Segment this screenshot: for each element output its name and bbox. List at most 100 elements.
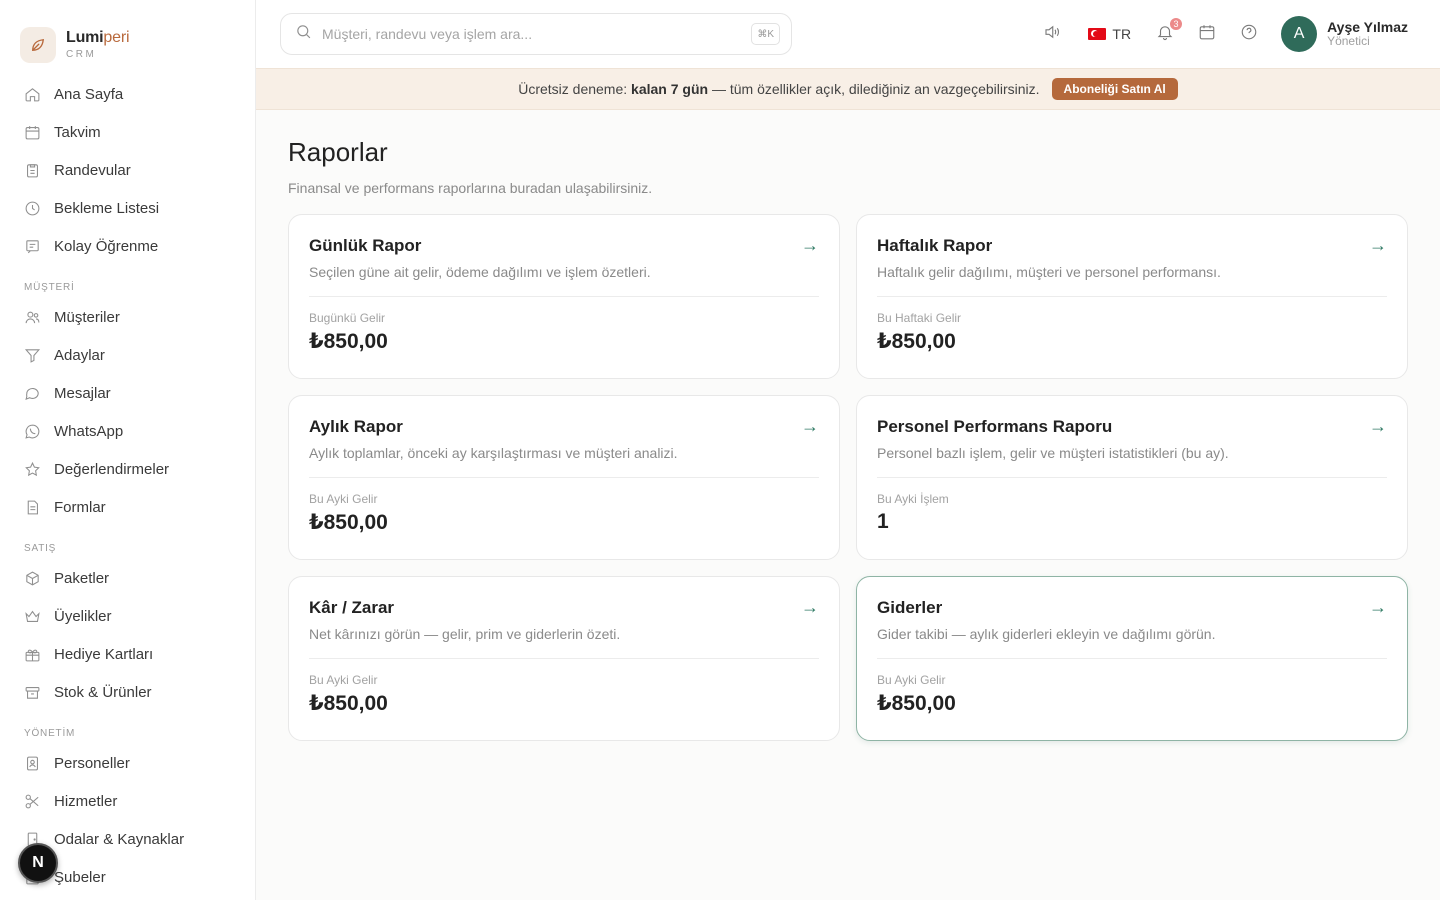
card-description: Personel bazlı işlem, gelir ve müşteri i…: [877, 445, 1229, 461]
sidebar-item-uyelikler[interactable]: Üyelikler: [0, 597, 255, 635]
card-title: Giderler: [877, 597, 943, 617]
card-divider: [309, 296, 819, 297]
sidebar-item-label: Müşteriler: [54, 308, 120, 326]
card-metric-value: ₺850,00: [877, 330, 956, 353]
sidebar-item-label: Hizmetler: [54, 792, 118, 810]
card-metric-label: Bu Ayki İşlem: [877, 492, 949, 506]
search-box[interactable]: ⌘K: [280, 13, 792, 55]
page-title: Raporlar: [288, 137, 388, 167]
sidebar-item-mesajlar[interactable]: Mesajlar: [0, 374, 255, 412]
sidebar-item-personeller[interactable]: Personeller: [0, 744, 255, 782]
sidebar-item-label: Üyelikler: [54, 607, 112, 625]
topbar: ⌘K TR 3 A Ayşe Yılmaz Yönetici: [256, 0, 1440, 68]
gift-icon: [24, 646, 41, 663]
clock-icon: [24, 200, 41, 217]
card-title: Haftalık Rapor: [877, 235, 993, 255]
card-metric-value: ₺850,00: [877, 692, 956, 715]
speaker-icon: [1043, 23, 1061, 46]
search-input[interactable]: [322, 26, 742, 42]
card-divider: [877, 658, 1387, 659]
sidebar-item-degerlendirmeler[interactable]: Değerlendirmeler: [0, 450, 255, 488]
sidebar: Lumiperi CRM Ana Sayfa Takvim Randevular…: [0, 0, 256, 900]
notification-count-badge: 3: [1169, 17, 1184, 31]
message-square-icon: [24, 238, 41, 255]
card-description: Seçilen güne ait gelir, ödeme dağılımı v…: [309, 264, 651, 280]
sidebar-item-takvim[interactable]: Takvim: [0, 113, 255, 151]
leaf-logo-icon: [20, 27, 56, 63]
card-title: Aylık Rapor: [309, 416, 403, 436]
archive-icon: [24, 684, 41, 701]
report-card-gunluk[interactable]: Günlük Rapor → Seçilen güne ait gelir, ö…: [288, 214, 840, 379]
crown-icon: [24, 608, 41, 625]
sidebar-item-randevular[interactable]: Randevular: [0, 151, 255, 189]
sidebar-item-label: Randevular: [54, 161, 131, 179]
sidebar-item-label: WhatsApp: [54, 422, 124, 440]
sidebar-item-label: Formlar: [54, 498, 106, 516]
sidebar-item-label: Takvim: [54, 123, 101, 141]
sidebar-item-label: Mesajlar: [54, 384, 111, 402]
arrow-right-icon: →: [801, 235, 819, 255]
help-circle-icon: [1240, 23, 1258, 46]
card-metric-label: Bu Haftaki Gelir: [877, 311, 962, 325]
card-title: Günlük Rapor: [309, 235, 422, 255]
card-metric-value: ₺850,00: [309, 330, 388, 353]
report-card-personel-performans[interactable]: Personel Performans Raporu → Personel ba…: [856, 395, 1408, 560]
section-title-musteri: MÜŞTERİ: [24, 282, 75, 293]
report-card-haftalik[interactable]: Haftalık Rapor → Haftalık gelir dağılımı…: [856, 214, 1408, 379]
user-role: Yönetici: [1327, 34, 1370, 49]
card-divider: [877, 296, 1387, 297]
sidebar-item-stok-urunler[interactable]: Stok & Ürünler: [0, 673, 255, 711]
language-code: TR: [1112, 26, 1132, 42]
card-description: Gider takibi — aylık giderleri ekleyin v…: [877, 626, 1216, 642]
sidebar-item-label: Kolay Öğrenme: [54, 237, 159, 255]
notifications-button[interactable]: 3: [1155, 17, 1184, 44]
sidebar-item-label: Ana Sayfa: [54, 85, 124, 103]
calendar-button[interactable]: [1197, 24, 1217, 44]
arrow-right-icon: →: [801, 597, 819, 617]
card-metric-label: Bugünkü Gelir: [309, 311, 386, 325]
page-subtitle: Finansal ve performans raporlarına burad…: [288, 180, 653, 196]
buy-subscription-button[interactable]: Aboneliği Satın Al: [1051, 78, 1178, 100]
brand[interactable]: Lumiperi CRM: [0, 0, 255, 70]
sidebar-item-adaylar[interactable]: Adaylar: [0, 336, 255, 374]
sidebar-item-paketler[interactable]: Paketler: [0, 559, 255, 597]
search-shortcut-hint: ⌘K: [751, 23, 780, 45]
sidebar-item-label: Bekleme Listesi: [54, 199, 160, 217]
arrow-right-icon: →: [1369, 416, 1387, 436]
avatar: A: [1281, 16, 1318, 52]
report-card-kar-zarar[interactable]: Kâr / Zarar → Net kârınızı görün — gelir…: [288, 576, 840, 741]
whatsapp-icon: [24, 423, 41, 440]
sidebar-item-hizmetler[interactable]: Hizmetler: [0, 782, 255, 820]
sidebar-item-whatsapp[interactable]: WhatsApp: [0, 412, 255, 450]
sidebar-item-label: Odalar & Kaynaklar: [54, 830, 185, 848]
sidebar-item-musteriler[interactable]: Müşteriler: [0, 298, 255, 336]
language-selector[interactable]: TR: [1088, 26, 1131, 42]
turkey-flag-icon: [1088, 28, 1107, 40]
sidebar-item-label: Personeller: [54, 754, 130, 772]
report-card-aylik[interactable]: Aylık Rapor → Aylık toplamlar, önceki ay…: [288, 395, 840, 560]
sidebar-item-hediye-kartlari[interactable]: Hediye Kartları: [0, 635, 255, 673]
sidebar-item-label: Hediye Kartları: [54, 645, 154, 663]
card-divider: [309, 658, 819, 659]
sidebar-item-kolay-ogrenme[interactable]: Kolay Öğrenme: [0, 227, 255, 265]
sidebar-item-bekleme-listesi[interactable]: Bekleme Listesi: [0, 189, 255, 227]
card-divider: [309, 477, 819, 478]
sidebar-nav: Ana Sayfa Takvim Randevular Bekleme List…: [0, 70, 255, 896]
card-title: Personel Performans Raporu: [877, 416, 1113, 436]
arrow-right-icon: →: [1369, 235, 1387, 255]
floating-n-button[interactable]: N: [18, 843, 58, 883]
sound-button[interactable]: [1042, 24, 1062, 44]
document-icon: [24, 499, 41, 516]
badge-icon: [24, 755, 41, 772]
star-icon: [24, 461, 41, 478]
sidebar-item-formlar[interactable]: Formlar: [0, 488, 255, 526]
report-card-giderler[interactable]: Giderler → Gider takibi — aylık giderler…: [856, 576, 1408, 741]
card-description: Aylık toplamlar, önceki ay karşılaştırma…: [309, 445, 678, 461]
help-button[interactable]: [1239, 24, 1259, 44]
sidebar-item-label: Adaylar: [54, 346, 105, 364]
card-description: Haftalık gelir dağılımı, müşteri ve pers…: [877, 264, 1221, 280]
sidebar-item-ana-sayfa[interactable]: Ana Sayfa: [0, 75, 255, 113]
card-metric-value: ₺850,00: [309, 692, 388, 715]
card-metric-value: 1: [877, 510, 889, 533]
user-menu[interactable]: A Ayşe Yılmaz Yönetici: [1281, 16, 1408, 52]
